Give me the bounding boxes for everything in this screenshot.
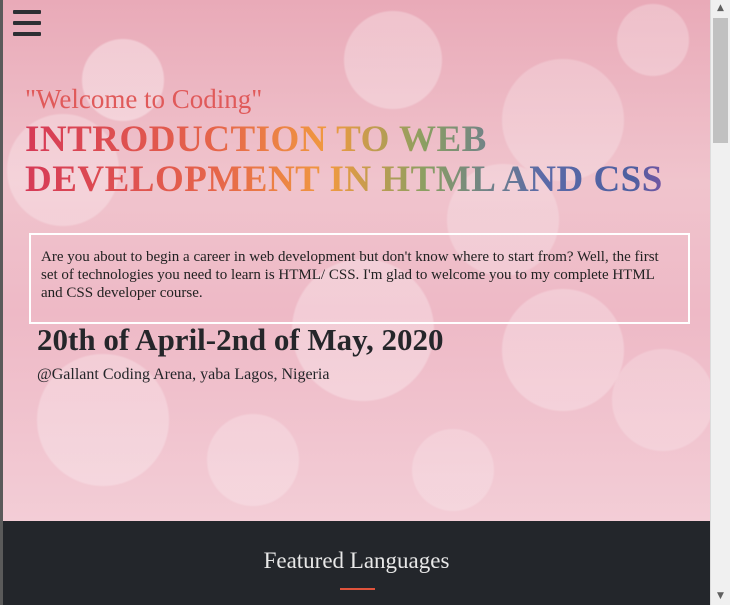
triangle-down-icon[interactable]: ▼	[711, 588, 730, 605]
page-viewport: "Welcome to Coding" INTRODUCTION TO WEB …	[3, 0, 710, 605]
vertical-scrollbar[interactable]: ▲ ▼	[710, 0, 730, 605]
hero-section: "Welcome to Coding" INTRODUCTION TO WEB …	[3, 0, 710, 521]
welcome-heading: "Welcome to Coding"	[25, 84, 263, 114]
title-underline	[340, 588, 375, 590]
featured-languages-title: Featured Languages	[263, 548, 450, 573]
scrollbar-thumb[interactable]	[713, 18, 728, 143]
intro-text: Are you about to begin a career in web d…	[41, 249, 659, 301]
featured-languages-section: Featured Languages	[3, 521, 710, 605]
intro-box: Are you about to begin a career in web d…	[29, 233, 690, 324]
triangle-up-icon[interactable]: ▲	[711, 0, 730, 17]
hamburger-menu-icon[interactable]	[13, 10, 41, 36]
event-venue: @Gallant Coding Arena, yaba Lagos, Niger…	[37, 366, 330, 383]
course-title: INTRODUCTION TO WEB DEVELOPMENT IN HTML …	[25, 120, 710, 200]
event-dates: 20th of April-2nd of May, 2020	[37, 322, 444, 357]
